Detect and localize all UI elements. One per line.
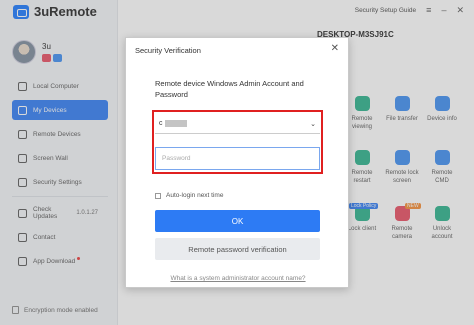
- admin-account-help-link[interactable]: What is a system administrator account n…: [126, 275, 350, 282]
- remote-password-verification-button[interactable]: Remote password verification: [155, 238, 320, 260]
- ok-button[interactable]: OK: [155, 210, 320, 232]
- security-verification-dialog: Security Verification ✕ Remote device Wi…: [125, 37, 349, 288]
- dialog-title: Security Verification: [135, 46, 201, 55]
- auto-login-option[interactable]: Auto-login next time: [155, 192, 223, 199]
- auto-login-label: Auto-login next time: [166, 192, 224, 199]
- account-select[interactable]: c ⌄: [155, 114, 320, 134]
- close-icon[interactable]: ✕: [331, 43, 339, 54]
- password-input[interactable]: [155, 147, 320, 170]
- account-prefix: c: [159, 120, 163, 127]
- dialog-message: Remote device Windows Admin Account and …: [155, 79, 304, 100]
- redacted-mask: [164, 120, 187, 127]
- auto-login-checkbox[interactable]: [155, 192, 161, 199]
- chevron-down-icon: ⌄: [310, 120, 316, 128]
